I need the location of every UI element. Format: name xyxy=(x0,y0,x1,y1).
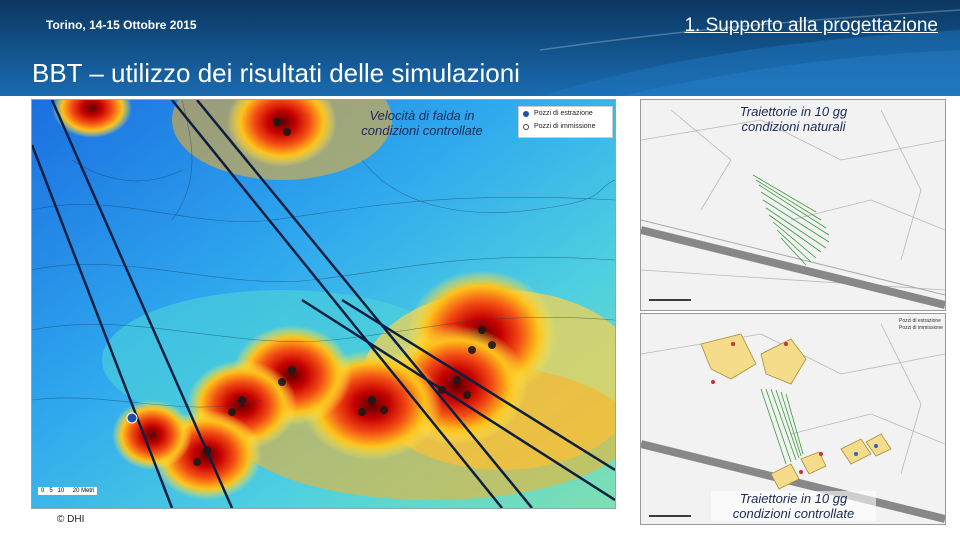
controlled-legend-extraction: Pozzi di estrazione xyxy=(899,318,941,324)
ring-dot-icon xyxy=(523,123,529,130)
header-banner: Torino, 14-15 Ottobre 2015 1. Supporto a… xyxy=(0,0,960,96)
scale-tick-10: 10 xyxy=(57,488,65,494)
controlled-caption-line1: Traiettorie in 10 gg xyxy=(739,491,848,506)
velocity-map-caption-line1: Velocità di falda in xyxy=(369,108,475,123)
controlled-trajectories-caption: Traiettorie in 10 gg condizioni controll… xyxy=(711,491,876,521)
copyright-notice: © DHI xyxy=(57,514,85,525)
natural-caption-line2: condizioni naturali xyxy=(741,119,846,134)
natural-trajectories-caption: Traiettorie in 10 gg condizioni naturali xyxy=(711,104,876,134)
filled-dot-icon xyxy=(523,110,529,117)
legend-injection-label: Pozzi di immissione xyxy=(534,123,596,130)
velocity-map-caption-line2: condizioni controllate xyxy=(361,123,483,138)
velocity-map-graphic xyxy=(32,100,615,508)
controlled-caption-line2: condizioni controllate xyxy=(732,506,855,521)
trajectories-natural-map: Traiettorie in 10 gg condizioni naturali xyxy=(640,99,946,311)
scale-tick-20: 20 Metri xyxy=(72,488,95,494)
section-title: Supporto alla progettazione xyxy=(705,15,938,36)
wells-legend: Pozzi di estrazione Pozzi di immissione xyxy=(518,106,613,138)
section-heading: 1. Supporto alla progettazione xyxy=(684,15,938,37)
velocity-contour-map: Velocità di falda in condizioni controll… xyxy=(31,99,616,509)
legend-injection-wells: Pozzi di immissione xyxy=(519,120,612,133)
scale-tick-0: 0 xyxy=(41,488,45,494)
natural-caption-line1: Traiettorie in 10 gg xyxy=(739,104,848,119)
controlled-legend-injection: Pozzi di immissione xyxy=(899,325,943,331)
legend-extraction-wells: Pozzi di estrazione xyxy=(519,107,612,120)
trajectories-controlled-map: Pozzi di estrazione Pozzi di immissione … xyxy=(640,313,946,525)
section-number: 1. xyxy=(684,15,701,36)
velocity-map-caption: Velocità di falda in condizioni controll… xyxy=(337,108,507,138)
legend-extraction-label: Pozzi di estrazione xyxy=(534,110,593,117)
velocity-map-scale-bar: 0 5 10 20 Metri xyxy=(38,487,98,495)
controlled-map-legend: Pozzi di estrazione Pozzi di immissione xyxy=(899,318,943,332)
scale-tick-5: 5 xyxy=(49,488,53,494)
slide-title: BBT – utilizzo dei risultati delle simul… xyxy=(32,58,520,88)
event-date: Torino, 14-15 Ottobre 2015 xyxy=(46,18,197,32)
